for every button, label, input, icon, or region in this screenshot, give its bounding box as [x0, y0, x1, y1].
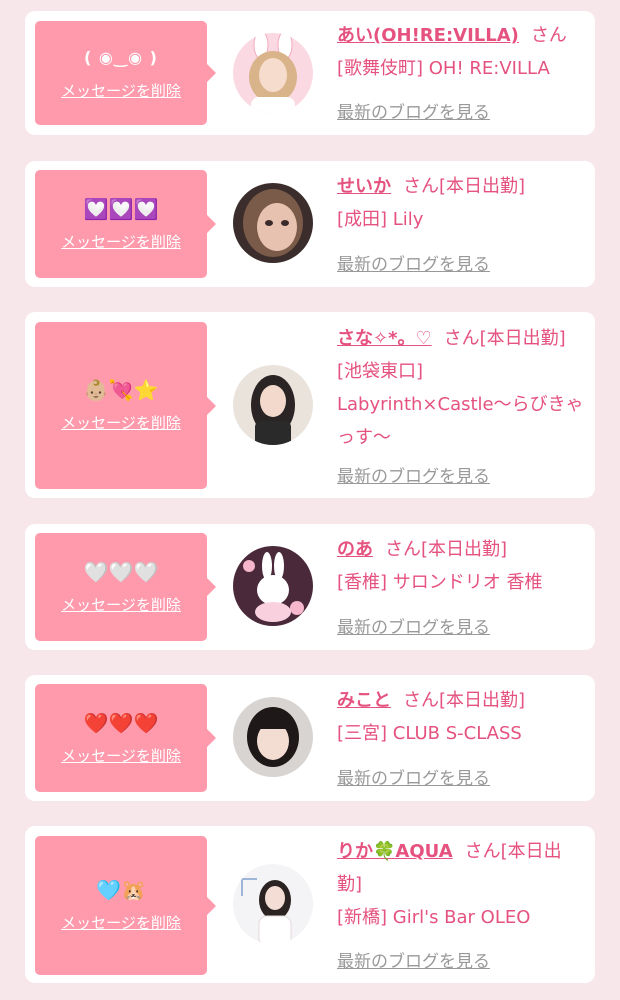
work-status: [本日出勤] — [439, 690, 526, 711]
shop-name: [三宮] CLUB S-CLASS — [337, 723, 522, 744]
honorific: さん — [385, 539, 421, 560]
honorific: さん — [443, 328, 480, 349]
cast-avatar[interactable] — [233, 697, 313, 777]
message-card: 💟💟💟 メッセージを削除 せいか さん[本日出勤] [成田] Lily 最新のブロ… — [25, 161, 595, 287]
cast-name-link[interactable]: あい(OH!RE:VILLA) — [337, 25, 519, 46]
message-bubble: ( ◉‿◉ ) メッセージを削除 — [35, 21, 216, 125]
cast-avatar[interactable] — [233, 546, 313, 626]
message-card: ❤️❤️❤️ メッセージを削除 みこと さん[本日出勤] [三宮] CLUB S-… — [25, 675, 595, 801]
cast-info: あい(OH!RE:VILLA) さん [歌舞伎町] OH! RE:VILLA — [337, 19, 585, 85]
avatar-girl-closeup-icon — [233, 183, 313, 263]
cast-avatar[interactable] — [233, 33, 313, 113]
delete-message-link[interactable]: メッセージを削除 — [61, 594, 181, 615]
latest-blog-link[interactable]: 最新のブログを見る — [337, 764, 490, 789]
cast-info: さな✧*。♡ さん[本日出勤] [池袋東口] Labyrinth×Castle〜ら… — [337, 322, 585, 454]
avatar-girl-white-outfit-icon — [233, 864, 313, 944]
message-text: ( ◉‿◉ ) — [84, 47, 158, 67]
work-status: [本日出勤] — [421, 539, 508, 560]
work-status: [本日出勤] — [439, 176, 526, 197]
cast-info: りか🍀AQUA さん[本日出勤] [新橋] Girl's Bar OLEO — [337, 835, 585, 934]
cast-name-link[interactable]: みこと — [337, 690, 391, 711]
shop-name: [池袋東口] Labyrinth×Castle〜らびきゃっす〜 — [337, 361, 584, 448]
cast-info: せいか さん[本日出勤] [成田] Lily — [337, 170, 585, 236]
message-bubble: ❤️❤️❤️ メッセージを削除 — [35, 684, 216, 792]
cast-avatar[interactable] — [233, 365, 313, 445]
message-text: 🤍🤍🤍 — [83, 559, 159, 584]
message-card: ( ◉‿◉ ) メッセージを削除 あい(OH!RE:VILLA) さん [歌舞伎町… — [25, 11, 595, 135]
cast-info: のあ さん[本日出勤] [香椎] サロンドリオ 香椎 — [337, 533, 585, 599]
cast-name-link[interactable]: りか🍀AQUA — [337, 841, 453, 862]
honorific: さん — [530, 25, 567, 46]
cast-info: みこと さん[本日出勤] [三宮] CLUB S-CLASS — [337, 684, 585, 750]
message-bubble: 🩵🐹 メッセージを削除 — [35, 836, 216, 975]
delete-message-link[interactable]: メッセージを削除 — [61, 745, 181, 766]
message-bubble: 🤍🤍🤍 メッセージを削除 — [35, 533, 216, 641]
message-text: 👶🏼💘⭐️ — [83, 378, 159, 402]
shop-name: [新橋] Girl's Bar OLEO — [337, 907, 531, 928]
message-bubble: 💟💟💟 メッセージを削除 — [35, 170, 216, 278]
work-status: [本日出勤] — [479, 328, 566, 349]
message-bubble: 👶🏼💘⭐️ メッセージを削除 — [35, 322, 216, 489]
shop-name: [成田] Lily — [337, 209, 424, 230]
message-text: 🩵🐹 — [96, 878, 146, 902]
latest-blog-link[interactable]: 最新のブログを見る — [337, 947, 490, 972]
message-card: 👶🏼💘⭐️ メッセージを削除 さな✧*。♡ さん[本日出勤] [池袋東口] Lab… — [25, 312, 595, 498]
latest-blog-link[interactable]: 最新のブログを見る — [337, 462, 490, 487]
message-card: 🩵🐹 メッセージを削除 りか🍀AQUA さん[本日出勤] [新橋] Girl's … — [25, 826, 595, 983]
message-text: 💟💟💟 — [83, 196, 159, 221]
cast-avatar[interactable] — [233, 183, 313, 263]
cast-avatar[interactable] — [233, 864, 313, 944]
honorific: さん — [464, 841, 501, 862]
message-text: ❤️❤️❤️ — [83, 710, 159, 735]
cast-name-link[interactable]: せいか — [337, 176, 391, 197]
cast-name-link[interactable]: さな✧*。♡ — [337, 328, 432, 349]
avatar-girl-dark-hair-icon — [233, 365, 313, 445]
delete-message-link[interactable]: メッセージを削除 — [61, 912, 181, 933]
shop-name: [歌舞伎町] OH! RE:VILLA — [337, 58, 550, 79]
delete-message-link[interactable]: メッセージを削除 — [61, 412, 181, 433]
honorific: さん — [403, 690, 439, 711]
avatar-bunny-ears-girl-icon — [233, 33, 313, 113]
latest-blog-link[interactable]: 最新のブログを見る — [337, 98, 490, 123]
honorific: さん — [403, 176, 439, 197]
delete-message-link[interactable]: メッセージを削除 — [61, 80, 181, 101]
avatar-bunny-plush-icon — [233, 546, 313, 626]
delete-message-link[interactable]: メッセージを削除 — [61, 231, 181, 252]
cast-name-link[interactable]: のあ — [337, 539, 373, 560]
shop-name: [香椎] サロンドリオ 香椎 — [337, 572, 543, 593]
message-card: 🤍🤍🤍 メッセージを削除 のあ さん[本日出勤] [香椎] サロンドリオ 香椎 最… — [25, 524, 595, 650]
latest-blog-link[interactable]: 最新のブログを見る — [337, 613, 490, 638]
latest-blog-link[interactable]: 最新のブログを見る — [337, 250, 490, 275]
avatar-girl-bob-icon — [233, 697, 313, 777]
